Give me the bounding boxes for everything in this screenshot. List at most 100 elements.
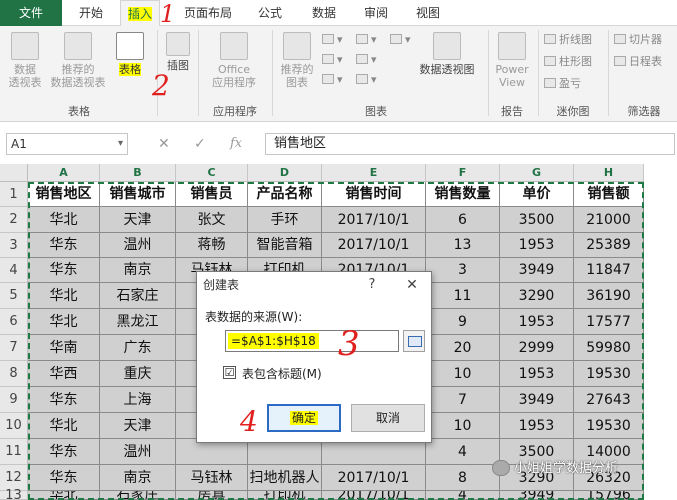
- table-cell[interactable]: 27643: [574, 387, 644, 413]
- table-cell[interactable]: 8: [426, 465, 500, 491]
- ok-button[interactable]: 确定: [267, 404, 341, 432]
- range-collapse-icon[interactable]: [403, 330, 425, 352]
- row-header[interactable]: 7: [0, 335, 28, 361]
- combo-chart-menu[interactable]: ▾: [356, 72, 377, 88]
- table-cell[interactable]: 2017/10/1: [322, 491, 426, 500]
- cancel-button[interactable]: 取消: [351, 404, 425, 432]
- row-header[interactable]: 11: [0, 439, 28, 465]
- row-header[interactable]: 4: [0, 258, 28, 283]
- table-cell[interactable]: 11847: [574, 258, 644, 283]
- row-header[interactable]: 8: [0, 361, 28, 387]
- row-header[interactable]: 3: [0, 233, 28, 258]
- table-cell[interactable]: 4: [426, 439, 500, 465]
- table-cell[interactable]: 3949: [500, 387, 574, 413]
- table-cell[interactable]: 19530: [574, 361, 644, 387]
- table-cell[interactable]: 华北: [28, 491, 100, 500]
- column-header-a[interactable]: A: [28, 164, 100, 182]
- column-header-g[interactable]: G: [500, 164, 574, 182]
- hierarchy-chart-menu[interactable]: ▾: [356, 32, 377, 48]
- waterfall-chart-menu[interactable]: ▾: [390, 32, 411, 48]
- cancel-icon[interactable]: ✕: [158, 133, 170, 155]
- column-header-f[interactable]: F: [426, 164, 500, 182]
- column-header-e[interactable]: E: [322, 164, 426, 182]
- table-cell[interactable]: 华东: [28, 439, 100, 465]
- table-cell[interactable]: 19530: [574, 413, 644, 439]
- table-cell[interactable]: 温州: [100, 233, 176, 258]
- table-cell[interactable]: 华北: [28, 413, 100, 439]
- table-cell[interactable]: 10: [426, 413, 500, 439]
- select-all-corner[interactable]: [0, 164, 28, 182]
- recommended-charts-button[interactable]: 推荐的 图表: [276, 32, 318, 89]
- table-cell[interactable]: 2017/10/1: [322, 465, 426, 491]
- table-cell[interactable]: 13: [426, 233, 500, 258]
- table-cell[interactable]: 10: [426, 361, 500, 387]
- table-cell[interactable]: 广东: [100, 335, 176, 361]
- column-header-c[interactable]: C: [176, 164, 248, 182]
- sparkline-line-button[interactable]: 折线图: [544, 32, 592, 48]
- row-header[interactable]: 1: [0, 182, 28, 207]
- table-cell[interactable]: 11: [426, 283, 500, 309]
- table-cell[interactable]: 石家庄: [100, 283, 176, 309]
- table-cell[interactable]: 25389: [574, 233, 644, 258]
- header-cell[interactable]: 销售地区: [28, 182, 100, 207]
- table-cell[interactable]: 温州: [100, 439, 176, 465]
- illustrations-button[interactable]: 插图: [162, 32, 194, 72]
- tab-view[interactable]: 视图: [408, 0, 448, 26]
- table-cell[interactable]: 华北: [28, 207, 100, 233]
- table-cell[interactable]: 华西: [28, 361, 100, 387]
- column-chart-menu[interactable]: ▾: [322, 32, 343, 48]
- header-cell[interactable]: 产品名称: [248, 182, 322, 207]
- table-cell[interactable]: 华北: [28, 309, 100, 335]
- table-button[interactable]: 表格: [112, 32, 148, 76]
- table-cell[interactable]: 华东: [28, 387, 100, 413]
- insert-function-icon[interactable]: fx: [230, 133, 242, 155]
- table-cell[interactable]: 1953: [500, 233, 574, 258]
- tab-review[interactable]: 审阅: [356, 0, 396, 26]
- name-box[interactable]: A1 ▾: [6, 133, 128, 155]
- table-cell[interactable]: 36190: [574, 283, 644, 309]
- tab-file[interactable]: 文件: [0, 0, 62, 26]
- enter-icon[interactable]: ✓: [194, 133, 206, 155]
- table-cell[interactable]: 南京: [100, 258, 176, 283]
- table-cell[interactable]: 6: [426, 207, 500, 233]
- pie-chart-menu[interactable]: ▾: [322, 72, 343, 88]
- table-cell[interactable]: 华东: [28, 465, 100, 491]
- table-cell[interactable]: 天津: [100, 413, 176, 439]
- header-cell[interactable]: 销售数量: [426, 182, 500, 207]
- slicer-button[interactable]: 切片器: [614, 32, 662, 48]
- close-icon[interactable]: ✕: [397, 272, 427, 298]
- has-headers-label[interactable]: 表包含标题(M): [242, 365, 322, 382]
- pivot-table-button[interactable]: 数据 透视表: [4, 32, 46, 89]
- tab-data[interactable]: 数据: [304, 0, 344, 26]
- table-cell[interactable]: 9: [426, 309, 500, 335]
- header-cell[interactable]: 单价: [500, 182, 574, 207]
- table-cell[interactable]: 20: [426, 335, 500, 361]
- table-cell[interactable]: 2017/10/1: [322, 233, 426, 258]
- table-cell[interactable]: 59980: [574, 335, 644, 361]
- office-apps-button[interactable]: Office 应用程序: [204, 32, 264, 89]
- timeline-button[interactable]: 日程表: [614, 54, 662, 70]
- table-cell[interactable]: 17577: [574, 309, 644, 335]
- statistic-chart-menu[interactable]: ▾: [356, 52, 377, 68]
- table-cell[interactable]: 石家庄: [100, 491, 176, 500]
- formula-input[interactable]: 销售地区: [265, 133, 675, 155]
- column-header-b[interactable]: B: [100, 164, 176, 182]
- chevron-down-icon[interactable]: ▾: [118, 134, 123, 154]
- table-cell[interactable]: 华北: [28, 283, 100, 309]
- has-headers-checkbox[interactable]: ☑: [223, 366, 236, 379]
- table-cell[interactable]: 2999: [500, 335, 574, 361]
- table-cell[interactable]: 蒋畅: [176, 233, 248, 258]
- row-header[interactable]: 2: [0, 207, 28, 233]
- header-cell[interactable]: 销售城市: [100, 182, 176, 207]
- row-header[interactable]: 9: [0, 387, 28, 413]
- table-cell[interactable]: 3949: [500, 258, 574, 283]
- table-cell[interactable]: 2017/10/1: [322, 207, 426, 233]
- table-cell[interactable]: 黑龙江: [100, 309, 176, 335]
- range-input[interactable]: =$A$1:$H$18: [225, 330, 399, 352]
- table-cell[interactable]: 天津: [100, 207, 176, 233]
- table-cell[interactable]: 3290: [500, 283, 574, 309]
- row-header[interactable]: 13: [0, 489, 28, 500]
- table-cell[interactable]: 1953: [500, 413, 574, 439]
- tab-page-layout[interactable]: 页面布局: [180, 0, 236, 26]
- table-cell[interactable]: 手环: [248, 207, 322, 233]
